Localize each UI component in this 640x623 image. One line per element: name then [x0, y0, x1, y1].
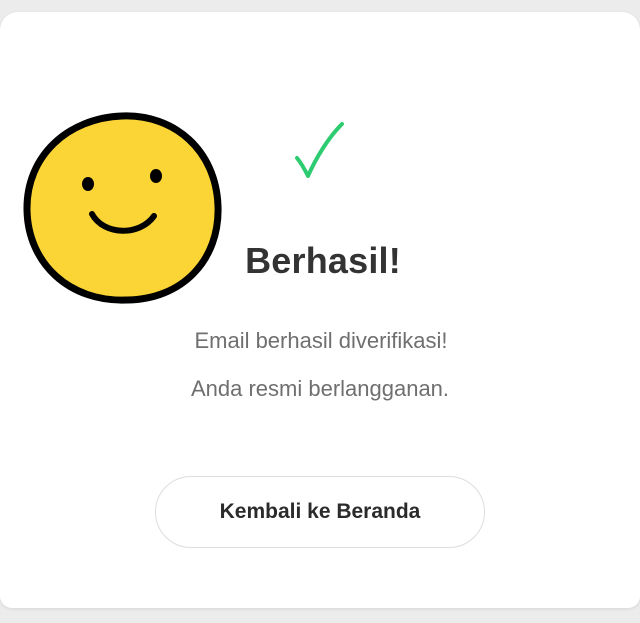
success-message-line1: Email berhasil diverifikasi!: [194, 328, 448, 353]
checkmark-icon: [295, 122, 344, 178]
success-title: Berhasil!: [245, 240, 401, 281]
success-message-line2: Anda resmi berlangganan.: [190, 376, 450, 401]
back-to-home-button[interactable]: Kembali ke Beranda: [155, 476, 485, 548]
success-card: Berhasil! Email berhasil diverifikasi! A…: [0, 12, 640, 608]
